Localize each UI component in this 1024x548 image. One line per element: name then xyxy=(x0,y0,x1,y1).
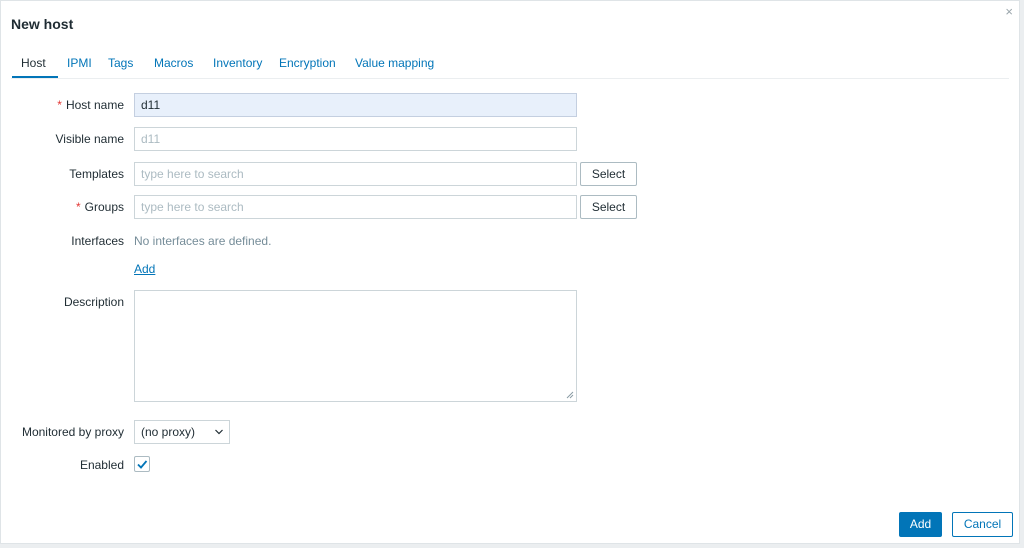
visible-name-input[interactable]: d11 xyxy=(134,127,577,151)
add-button[interactable]: Add xyxy=(899,512,942,537)
host-name-input[interactable]: d11 xyxy=(134,93,577,117)
required-marker: * xyxy=(75,200,81,214)
tab-value-mapping[interactable]: Value mapping xyxy=(355,56,434,70)
new-host-dialog: New host × Host IPMI Tags Macros Invento… xyxy=(0,0,1020,544)
no-interfaces-text: No interfaces are defined. xyxy=(134,234,272,248)
templates-select-button[interactable]: Select xyxy=(580,162,637,186)
description-textarea[interactable] xyxy=(134,290,577,402)
enabled-label: Enabled xyxy=(79,458,124,472)
visible-name-label: Visible name xyxy=(55,132,124,146)
tab-macros[interactable]: Macros xyxy=(154,56,193,70)
host-name-label: * Host name xyxy=(57,98,124,112)
proxy-select[interactable]: (no proxy) xyxy=(134,420,230,444)
tab-bar: Host IPMI Tags Macros Inventory Encrypti… xyxy=(11,49,1009,79)
required-marker: * xyxy=(57,98,62,112)
enabled-checkbox[interactable] xyxy=(134,456,150,472)
groups-label: * Groups xyxy=(75,200,124,214)
tab-host[interactable]: Host xyxy=(21,56,46,70)
tab-encryption[interactable]: Encryption xyxy=(279,56,336,70)
groups-search-input[interactable]: type here to search xyxy=(134,195,577,219)
interfaces-label: Interfaces xyxy=(71,234,124,248)
resize-handle-icon[interactable] xyxy=(566,391,574,399)
active-tab-indicator xyxy=(12,76,58,78)
tab-tags[interactable]: Tags xyxy=(108,56,133,70)
close-icon[interactable]: × xyxy=(1005,5,1013,19)
templates-search-input[interactable]: type here to search xyxy=(134,162,577,186)
proxy-label: Monitored by proxy xyxy=(21,425,124,439)
tab-inventory[interactable]: Inventory xyxy=(213,56,262,70)
description-label: Description xyxy=(63,295,124,309)
dialog-title: New host xyxy=(11,16,74,32)
add-interface-link[interactable]: Add xyxy=(134,262,155,276)
templates-label: Templates xyxy=(69,167,124,181)
groups-select-button[interactable]: Select xyxy=(580,195,637,219)
tab-ipmi[interactable]: IPMI xyxy=(67,56,92,70)
cancel-button[interactable]: Cancel xyxy=(952,512,1013,537)
checkmark-icon xyxy=(137,460,148,469)
chevron-down-icon xyxy=(215,429,223,435)
